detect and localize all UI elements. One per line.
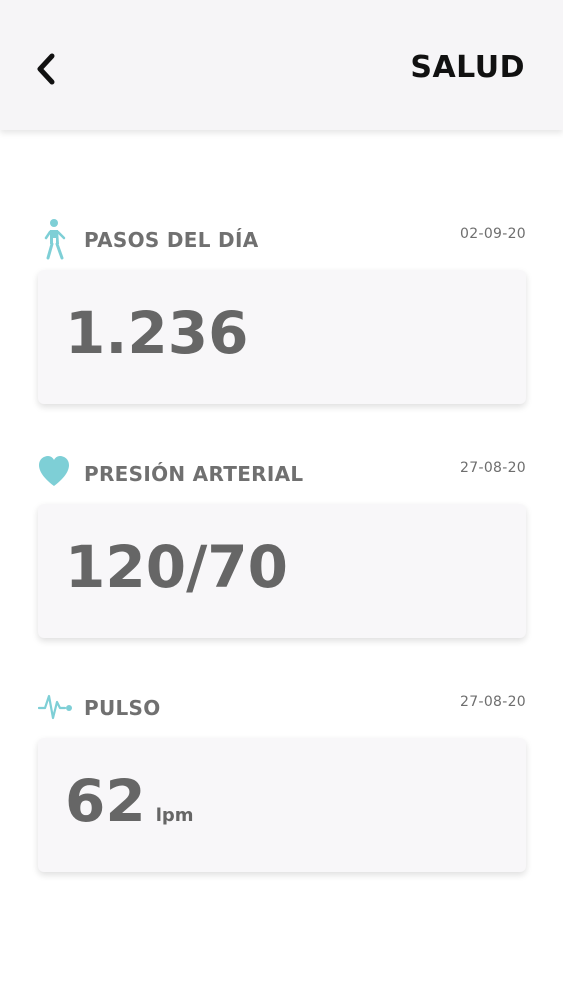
- pulse-icon: [37, 686, 72, 726]
- pulse-label: PULSO: [84, 696, 161, 720]
- blood-pressure-section-header: PRESIÓN ARTERIAL 27-08-20: [38, 452, 526, 492]
- back-button[interactable]: [32, 50, 64, 88]
- pulse-section-header: PULSO 27-08-20: [37, 686, 526, 726]
- heart-icon: [38, 452, 70, 492]
- chevron-left-icon: [37, 53, 55, 85]
- blood-pressure-label: PRESIÓN ARTERIAL: [84, 462, 304, 486]
- blood-pressure-date: 27-08-20: [460, 460, 526, 476]
- steps-section-header: PASOS DEL DÍA 02-09-20: [38, 218, 526, 260]
- pulse-unit: lpm: [155, 805, 194, 826]
- pulse-card[interactable]: 62 lpm: [38, 738, 526, 872]
- walking-person-icon: [38, 218, 70, 260]
- blood-pressure-value: 120/70: [65, 533, 288, 601]
- page-title: SALUD: [410, 50, 525, 85]
- pulse-date: 27-08-20: [460, 694, 526, 710]
- steps-date: 02-09-20: [460, 226, 526, 242]
- app-header: SALUD: [0, 0, 563, 130]
- steps-label: PASOS DEL DÍA: [84, 228, 259, 252]
- pulse-value: 62 lpm: [65, 767, 194, 835]
- blood-pressure-card[interactable]: 120/70: [38, 504, 526, 638]
- steps-value: 1.236: [65, 299, 249, 367]
- steps-card[interactable]: 1.236: [38, 270, 526, 404]
